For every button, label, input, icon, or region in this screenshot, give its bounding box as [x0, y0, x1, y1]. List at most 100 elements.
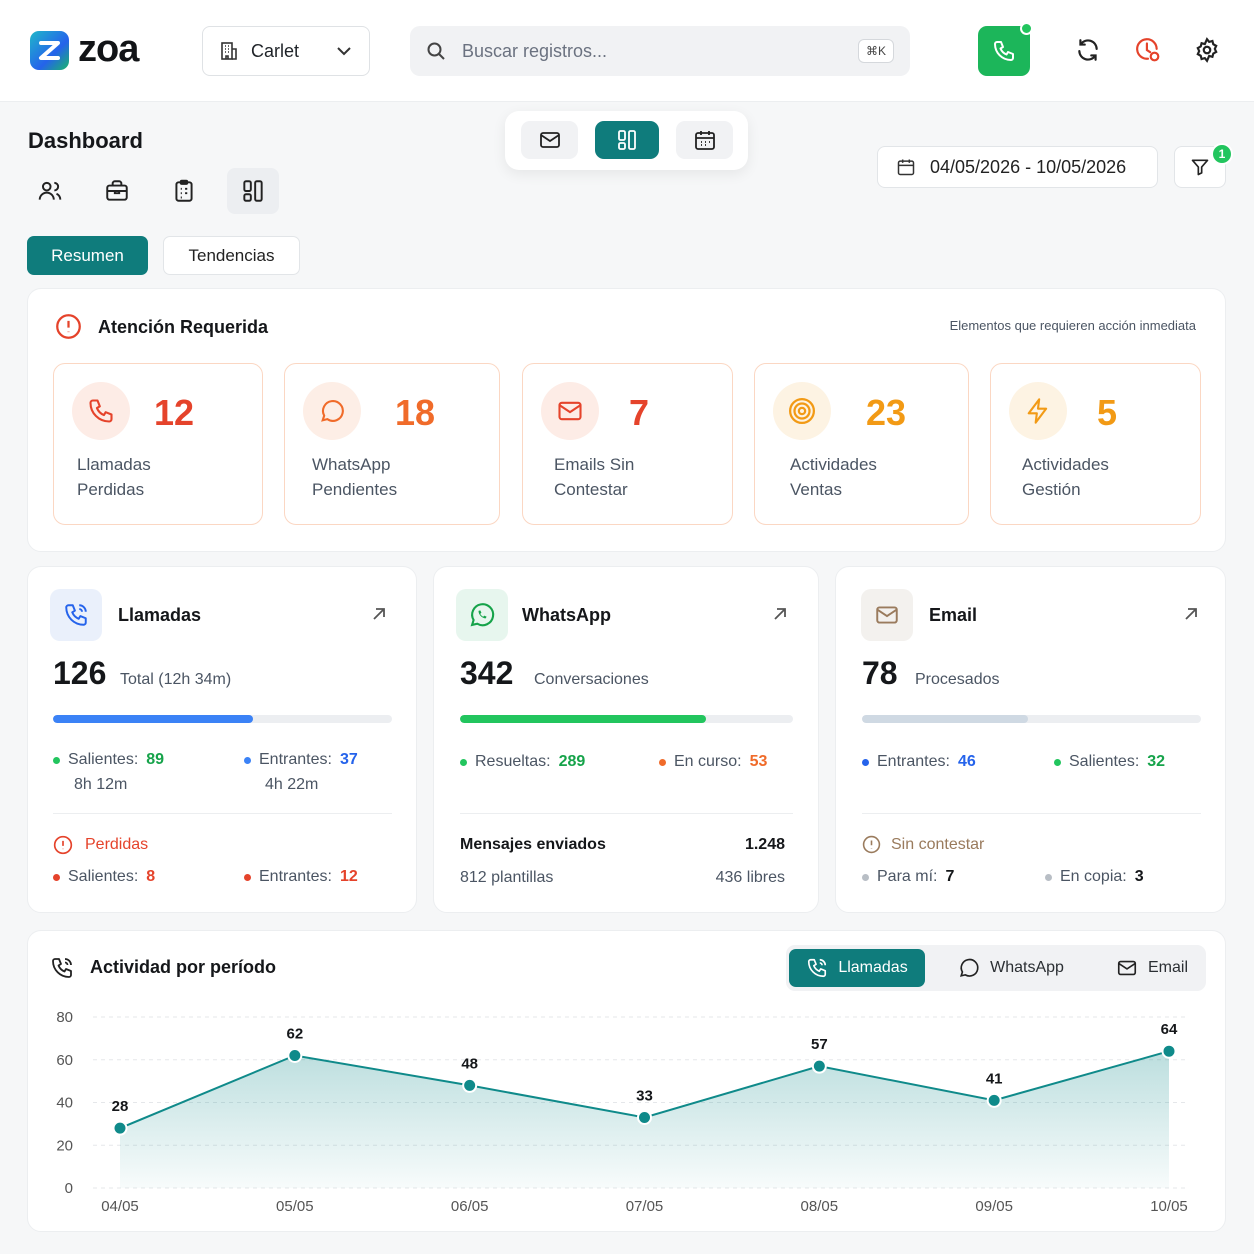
whatsapp-ongoing: En curso: 53	[659, 753, 767, 771]
alert-label: Ventas	[790, 480, 842, 499]
search-input[interactable]: Buscar registros...	[462, 41, 842, 62]
dashboard-nav[interactable]	[227, 168, 279, 214]
alert-value: 18	[395, 392, 436, 433]
calls-lost-label: Perdidas	[53, 835, 148, 855]
whatsapp-title: WhatsApp	[522, 605, 611, 625]
chevron-down-icon	[335, 42, 353, 60]
contacts-nav[interactable]	[24, 168, 76, 214]
phone-call-icon	[50, 956, 74, 980]
attention-subtitle: Elementos que requieren acción inmediata	[949, 318, 1196, 333]
activity-channel-tabs: Llamadas WhatsApp Email	[786, 945, 1206, 991]
alert-label: Actividades	[790, 455, 877, 474]
search-shortcut-badge: ⌘K	[857, 39, 894, 63]
x-tick-label: 09/05	[975, 1198, 1013, 1215]
activity-title: Actividad por período	[90, 957, 277, 977]
search-icon	[426, 41, 446, 61]
clock-alert-icon[interactable]	[1134, 36, 1162, 64]
alert-circle-icon	[53, 835, 73, 855]
x-tick-label: 10/05	[1150, 1198, 1188, 1215]
whatsapp-total: 342	[460, 655, 514, 691]
alert-sales-activities[interactable]: 23 Actividades Ventas	[754, 363, 969, 525]
x-tick-label: 07/05	[626, 1198, 664, 1215]
alert-whatsapp-pending[interactable]: 18 WhatsApp Pendientes	[284, 363, 500, 525]
arrow-up-right-icon[interactable]	[771, 605, 789, 623]
tab-whatsapp[interactable]: WhatsApp	[946, 949, 1076, 987]
activity-chart: 0 20 40 60 80 28 04/05 62 05/05 48 06/05 33 07/05 57 0…	[56, 1009, 1188, 1215]
calendar-view-button[interactable]	[676, 121, 733, 159]
deals-nav[interactable]	[91, 168, 143, 214]
x-tick-label: 05/05	[276, 1198, 314, 1215]
attention-title: Atención Requerida	[98, 317, 269, 337]
logo-mark-icon[interactable]	[30, 31, 69, 70]
dashboard-view-button[interactable]	[595, 121, 659, 159]
briefcase-icon	[106, 180, 128, 201]
settings-gear-icon[interactable]	[1193, 36, 1221, 64]
phone-icon	[72, 382, 130, 440]
tasks-nav[interactable]	[158, 168, 210, 214]
data-label: 33	[636, 1087, 653, 1104]
data-point	[811, 1058, 827, 1074]
messages-sent-value: 1.248	[744, 836, 785, 853]
calls-progress-bar	[53, 715, 392, 723]
tab-tendencias[interactable]: Tendencias	[163, 236, 300, 275]
target-icon	[773, 382, 831, 440]
data-point	[112, 1120, 128, 1136]
tab-llamadas[interactable]: Llamadas	[789, 949, 925, 987]
filter-count-badge: 1	[1211, 143, 1233, 165]
email-card[interactable]: Email 78 Procesados Entrantes: 46 Salient…	[835, 566, 1226, 913]
tab-email[interactable]: Email	[1104, 949, 1200, 987]
alert-label: WhatsApp	[312, 455, 391, 474]
alert-emails-unanswered[interactable]: 7 Emails Sin Contestar	[522, 363, 733, 525]
arrow-up-right-icon[interactable]	[1182, 605, 1200, 623]
data-label: 28	[112, 1098, 129, 1115]
whatsapp-progress-bar	[460, 715, 793, 723]
mail-icon	[539, 132, 560, 148]
email-title: Email	[929, 605, 978, 625]
alert-value: 5	[1097, 392, 1118, 433]
calls-card[interactable]: Llamadas 126 Total (12h 34m) Salientes: 8…	[27, 566, 417, 913]
y-tick-label: 20	[56, 1137, 73, 1154]
calls-incoming-time: 4h 22m	[265, 776, 319, 793]
logo-text[interactable]: zoa	[78, 28, 139, 71]
email-total: 78	[862, 655, 898, 691]
tab-resumen[interactable]: Resumen	[27, 236, 148, 275]
users-icon	[38, 181, 62, 200]
phone-call-icon	[808, 958, 827, 978]
email-incoming: Entrantes: 46	[862, 753, 976, 771]
data-point	[986, 1092, 1002, 1108]
whatsapp-total-sub: Conversaciones	[534, 671, 649, 688]
data-label: 48	[461, 1055, 478, 1072]
data-point	[1161, 1043, 1177, 1059]
whatsapp-card[interactable]: WhatsApp 342 Conversaciones Resueltas: 28…	[433, 566, 819, 913]
clipboard-icon	[175, 179, 193, 202]
x-tick-label: 08/05	[801, 1198, 839, 1215]
search-bar[interactable]: Buscar registros... ⌘K	[410, 26, 910, 76]
calls-outgoing-time: 8h 12m	[74, 776, 128, 793]
lightning-bolt-icon	[1009, 382, 1067, 440]
alert-label: Pendientes	[312, 480, 398, 499]
mail-view-button[interactable]	[521, 121, 578, 159]
online-status-dot	[1020, 22, 1033, 35]
view-switcher	[505, 111, 748, 170]
email-to-me: Para mí: 7	[862, 868, 954, 886]
y-tick-label: 40	[56, 1095, 73, 1112]
company-selector[interactable]: Carlet	[202, 26, 370, 76]
alert-missed-calls[interactable]: 12 Llamadas Perdidas	[53, 363, 263, 525]
email-unanswered-label: Sin contestar	[862, 835, 984, 854]
alert-circle-icon	[862, 835, 881, 854]
calls-lost-outgoing: Salientes: 8	[53, 868, 155, 886]
arrow-up-right-icon[interactable]	[370, 605, 388, 623]
x-tick-label: 06/05	[451, 1198, 489, 1215]
email-outgoing: Salientes: 32	[1054, 753, 1165, 771]
templates-count: 812 plantillas	[460, 869, 554, 886]
whatsapp-icon	[456, 589, 508, 641]
alert-management-activities[interactable]: 5 Actividades Gestión	[990, 363, 1201, 525]
divider	[53, 813, 392, 814]
calendar-icon	[897, 159, 915, 176]
date-range-picker[interactable]: 04/05/2026 - 10/05/2026	[877, 146, 1158, 188]
refresh-icon[interactable]	[1074, 36, 1102, 64]
y-tick-label: 80	[56, 1009, 73, 1026]
alert-label: Emails Sin	[554, 455, 635, 474]
company-name: Carlet	[251, 40, 300, 61]
date-range-value: 04/05/2026 - 10/05/2026	[930, 156, 1127, 177]
